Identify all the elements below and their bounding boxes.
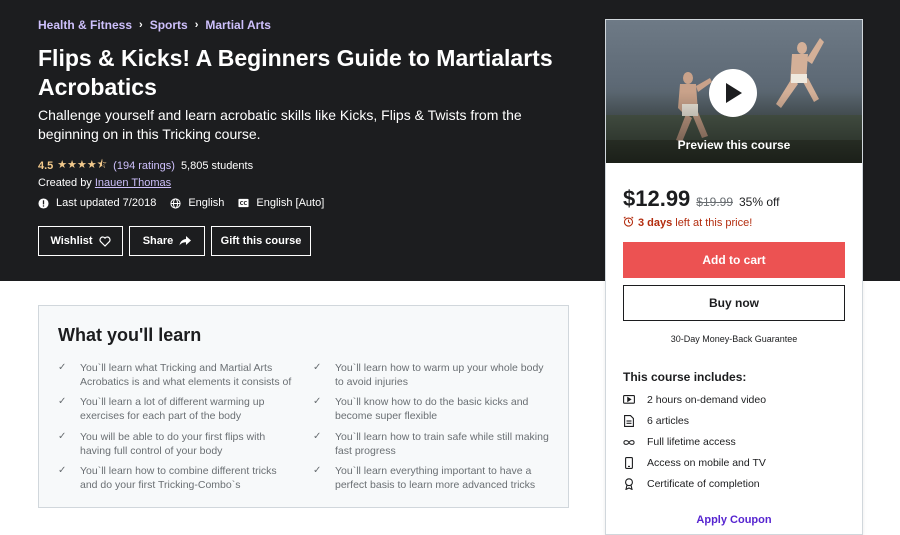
include-text: Full lifetime access xyxy=(647,436,736,448)
check-icon: ✓ xyxy=(58,465,67,476)
student-count: 5,805 students xyxy=(180,159,254,172)
price-row: $12.99 $19.99 35% off xyxy=(623,186,779,212)
share-arrow-icon xyxy=(179,236,192,246)
learn-item-text: You`ll learn everything important to hav… xyxy=(335,465,536,491)
share-button[interactable]: Share xyxy=(129,226,205,256)
learn-item-text: You`ll learn how to warm up your whole b… xyxy=(335,362,544,388)
buy-now-button[interactable]: Buy now xyxy=(623,285,845,321)
video-icon xyxy=(623,394,635,406)
check-icon: ✓ xyxy=(58,362,67,373)
course-preview-video[interactable]: Preview this course xyxy=(606,20,862,163)
globe-icon xyxy=(170,197,181,209)
instructor-link[interactable]: Inauen Thomas xyxy=(95,177,171,189)
course-subtitle: Challenge yourself and learn acrobatic s… xyxy=(38,107,522,142)
alert-badge-icon xyxy=(38,197,49,209)
rating-value: 4.5 xyxy=(38,159,54,172)
breadcrumb-sports[interactable]: Sports xyxy=(150,18,188,32)
check-icon: ✓ xyxy=(58,396,67,407)
course-meta: Last updated 7/2018 English CC English [… xyxy=(38,197,338,209)
timer-days: 3 days xyxy=(638,217,673,229)
include-text: Certificate of completion xyxy=(647,478,760,490)
check-icon: ✓ xyxy=(313,465,322,476)
infinity-icon xyxy=(623,436,635,448)
heart-icon xyxy=(98,235,111,247)
include-item: 6 articles xyxy=(623,415,689,427)
last-updated: Last updated 7/2018 xyxy=(38,197,156,209)
learn-item-text: You`ll learn what Tricking and Martial A… xyxy=(80,362,292,388)
learn-item-text: You`ll learn how to combine different tr… xyxy=(80,465,277,491)
breadcrumb: Health & Fitness › Sports › Martial Arts xyxy=(38,18,271,32)
mobile-icon xyxy=(623,457,635,469)
svg-text:CC: CC xyxy=(240,201,248,207)
learn-item: ✓ You will be able to do your first flip… xyxy=(58,430,295,458)
learn-item: ✓ You`ll learn everything important to h… xyxy=(313,464,550,492)
timer-text: left at this price! xyxy=(675,217,753,229)
course-language: English xyxy=(170,197,224,209)
learn-item-text: You will be able to do your first flips … xyxy=(80,431,266,457)
include-text: 2 hours on-demand video xyxy=(647,394,767,406)
add-to-cart-button[interactable]: Add to cart xyxy=(623,242,845,278)
include-item: Access on mobile and TV xyxy=(623,457,766,469)
learn-item: ✓ You`ll learn a lot of different warmin… xyxy=(58,395,295,423)
course-title: Flips & Kicks! A Beginners Guide to Mart… xyxy=(38,45,553,100)
what-you-will-learn: What you'll learn ✓ You`ll learn what Tr… xyxy=(38,305,569,508)
learn-item: ✓ You`ll learn how to warm up your whole… xyxy=(313,361,550,389)
preview-label: Preview this course xyxy=(677,138,791,152)
closed-caption-icon: CC xyxy=(238,198,249,209)
include-item: Full lifetime access xyxy=(623,436,736,448)
alarm-clock-icon xyxy=(623,216,634,230)
include-text: 6 articles xyxy=(647,415,690,427)
rating-row: 4.5 ★★★★⯪ (194 ratings) 5,805 students xyxy=(38,156,253,175)
include-item: Certificate of completion xyxy=(623,478,760,490)
includes-title: This course includes: xyxy=(623,370,747,384)
check-icon: ✓ xyxy=(313,396,322,407)
wishlist-label: Wishlist xyxy=(50,235,93,247)
chevron-right-icon: › xyxy=(194,19,199,31)
discount-percent: 35% off xyxy=(739,195,780,209)
last-updated-text: Last updated 7/2018 xyxy=(56,197,157,209)
check-icon: ✓ xyxy=(313,431,322,442)
learn-item-text: You`ll learn a lot of different warming … xyxy=(80,396,265,422)
original-price: $19.99 xyxy=(696,195,733,209)
learn-item: ✓ You`ll know how to do the basic kicks … xyxy=(313,395,550,423)
purchase-card: Preview this course $12.99 $19.99 35% of… xyxy=(605,19,863,535)
learn-item-text: You`ll know how to do the basic kicks an… xyxy=(335,396,529,422)
breadcrumb-martial-arts[interactable]: Martial Arts xyxy=(205,18,271,32)
apply-coupon-link[interactable]: Apply Coupon xyxy=(606,514,862,526)
course-actions: Wishlist Share Gift this course xyxy=(38,226,317,256)
created-by: Created by Inauen Thomas xyxy=(38,177,171,189)
rating-count-link[interactable]: (194 ratings) xyxy=(113,160,175,172)
breadcrumb-health-fitness[interactable]: Health & Fitness xyxy=(38,18,132,32)
share-label: Share xyxy=(142,235,174,247)
money-back-guarantee: 30-Day Money-Back Guarantee xyxy=(670,334,798,344)
include-item: 2 hours on-demand video xyxy=(623,394,766,406)
learn-item: ✓ You`ll learn how to combine different … xyxy=(58,464,295,492)
learn-title: What you'll learn xyxy=(58,325,202,345)
check-icon: ✓ xyxy=(58,431,67,442)
captions-text: English [Auto] xyxy=(256,197,325,209)
current-price: $12.99 xyxy=(623,186,691,211)
check-icon: ✓ xyxy=(313,362,322,373)
learn-item: ✓ You`ll learn what Tricking and Martial… xyxy=(58,361,295,389)
gift-course-button[interactable]: Gift this course xyxy=(211,226,311,256)
price-timer: 3 days left at this price! xyxy=(623,216,752,230)
chevron-right-icon: › xyxy=(139,19,143,31)
star-rating-icon: ★★★★⯪ xyxy=(57,159,108,171)
play-icon[interactable] xyxy=(709,69,757,117)
learn-item-text: You`ll learn how to train safe while sti… xyxy=(335,431,549,457)
course-captions: CC English [Auto] xyxy=(238,197,324,209)
certificate-icon xyxy=(623,478,635,490)
language-text: English xyxy=(188,197,225,209)
learn-item: ✓ You`ll learn how to train safe while s… xyxy=(313,430,550,458)
wishlist-button[interactable]: Wishlist xyxy=(38,226,123,256)
include-text: Access on mobile and TV xyxy=(647,457,766,469)
article-icon xyxy=(623,415,635,427)
created-by-label: Created by xyxy=(38,177,92,189)
